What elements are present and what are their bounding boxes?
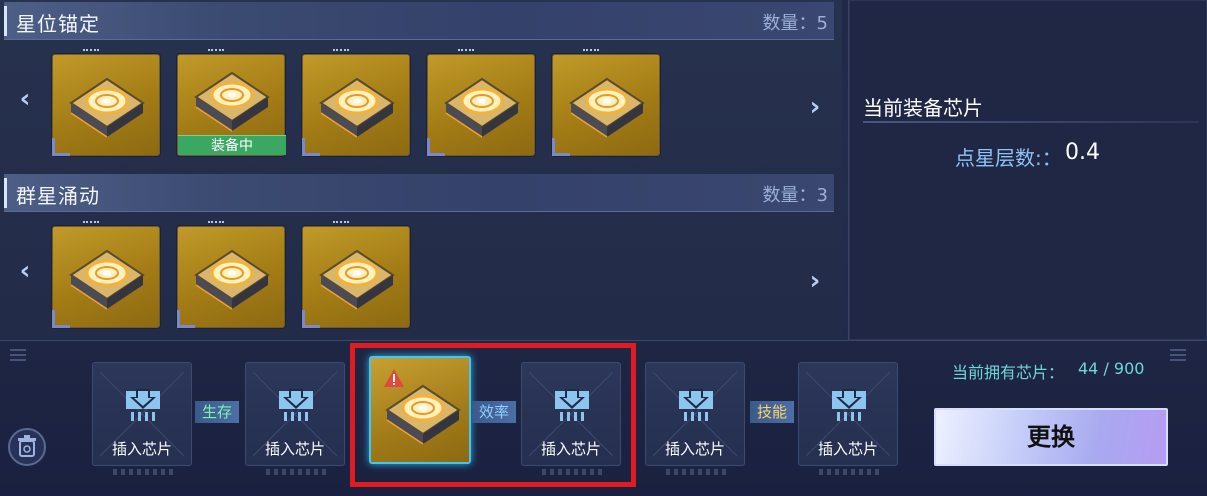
slot-label: 插入芯片 — [817, 440, 878, 458]
chip-slot[interactable]: 插入芯片 — [798, 362, 898, 475]
corner-mark — [302, 310, 320, 328]
grip-icon — [1170, 349, 1186, 363]
replace-button[interactable]: 更换 — [934, 408, 1168, 466]
decor-lines — [208, 49, 224, 54]
corner-mark — [177, 310, 195, 328]
chevron-right-icon[interactable]: › — [804, 90, 826, 124]
chip-icon — [194, 71, 270, 132]
section-title: 星位锚定 — [16, 12, 100, 36]
chip-inventory-panel: 星位锚定 数量：5 ‹ 装备中 › 群星涌动 数量：3 ‹ › — [0, 0, 842, 340]
equipped-chip-panel: 当前装备芯片 点星层数:： 0.4 — [848, 0, 1207, 340]
chip-row-star-anchor: ‹ 装备中 › — [0, 44, 842, 162]
decor-lines — [458, 49, 474, 54]
section-title: 群星涌动 — [16, 184, 100, 208]
chip-row-star-surge: ‹ › — [0, 214, 842, 332]
equipped-title: 当前装备芯片 — [863, 96, 983, 120]
slot-label: 插入芯片 — [111, 440, 172, 458]
divider — [863, 121, 1199, 123]
decor-lines — [583, 49, 599, 54]
chip-icon — [319, 77, 395, 138]
insert-chip-icon — [679, 389, 713, 421]
slot-decor — [666, 469, 726, 475]
chip-icon — [69, 249, 145, 310]
section-count: 数量：5 — [762, 13, 828, 34]
chevron-left-icon[interactable]: ‹ — [14, 82, 36, 116]
chip-icon — [319, 249, 395, 310]
chip-slot[interactable]: 插入芯片 — [92, 362, 192, 475]
corner-mark — [52, 138, 70, 156]
chip-icon — [569, 77, 645, 138]
chip-card[interactable] — [427, 49, 535, 156]
corner-mark — [302, 138, 320, 156]
chip-icon — [444, 77, 520, 138]
chip-card[interactable] — [552, 49, 660, 156]
owned-chips-label: 当前拥有芯片： — [952, 363, 1065, 382]
star-level-value: 0.4 — [1065, 140, 1100, 165]
section-header-star-anchor: 星位锚定 数量：5 — [4, 2, 834, 40]
star-level-label: 点星层数:： — [955, 146, 1062, 170]
chip-card[interactable]: 装备中 — [177, 49, 286, 156]
chip-card[interactable] — [302, 221, 410, 328]
corner-mark — [427, 138, 445, 156]
slot-decor — [266, 469, 326, 475]
slot-decor — [113, 469, 173, 475]
decor-lines — [83, 49, 99, 54]
grip-icon — [10, 349, 26, 363]
equipped-badge: 装备中 — [178, 135, 286, 155]
chip-slot[interactable]: 插入芯片 — [645, 362, 745, 475]
slot-label: 插入芯片 — [264, 440, 325, 458]
game-screen: 星位锚定 数量：5 ‹ 装备中 › 群星涌动 数量：3 ‹ › 当前装备芯片 点… — [0, 0, 1207, 496]
owned-chips-value: 44 / 900 — [1078, 359, 1145, 378]
corner-mark — [52, 310, 70, 328]
chip-card[interactable] — [177, 221, 285, 328]
chip-icon — [194, 249, 270, 310]
chevron-right-icon[interactable]: › — [804, 264, 826, 298]
decor-lines — [333, 49, 349, 54]
link-survival: 生存 — [195, 401, 239, 423]
chevron-left-icon[interactable]: ‹ — [14, 254, 36, 288]
recycle-bin-icon[interactable] — [8, 428, 46, 466]
section-header-star-surge: 群星涌动 数量：3 — [4, 174, 834, 212]
chip-card[interactable] — [52, 49, 160, 156]
insert-chip-icon — [126, 389, 160, 421]
slot-decor — [819, 469, 879, 475]
trash-icon — [18, 435, 36, 457]
chip-card[interactable] — [52, 221, 160, 328]
decor-lines — [83, 221, 99, 226]
corner-mark — [552, 138, 570, 156]
insert-chip-icon — [279, 389, 313, 421]
section-count: 数量：3 — [762, 185, 828, 206]
chip-slot[interactable]: 插入芯片 — [245, 362, 345, 475]
slot-label: 插入芯片 — [664, 440, 725, 458]
insert-chip-icon — [832, 389, 866, 421]
highlight-frame — [350, 343, 636, 487]
chip-icon — [69, 77, 145, 138]
link-skill: 技能 — [750, 401, 794, 423]
chip-card[interactable] — [302, 49, 410, 156]
decor-lines — [333, 221, 349, 226]
decor-lines — [208, 221, 224, 226]
